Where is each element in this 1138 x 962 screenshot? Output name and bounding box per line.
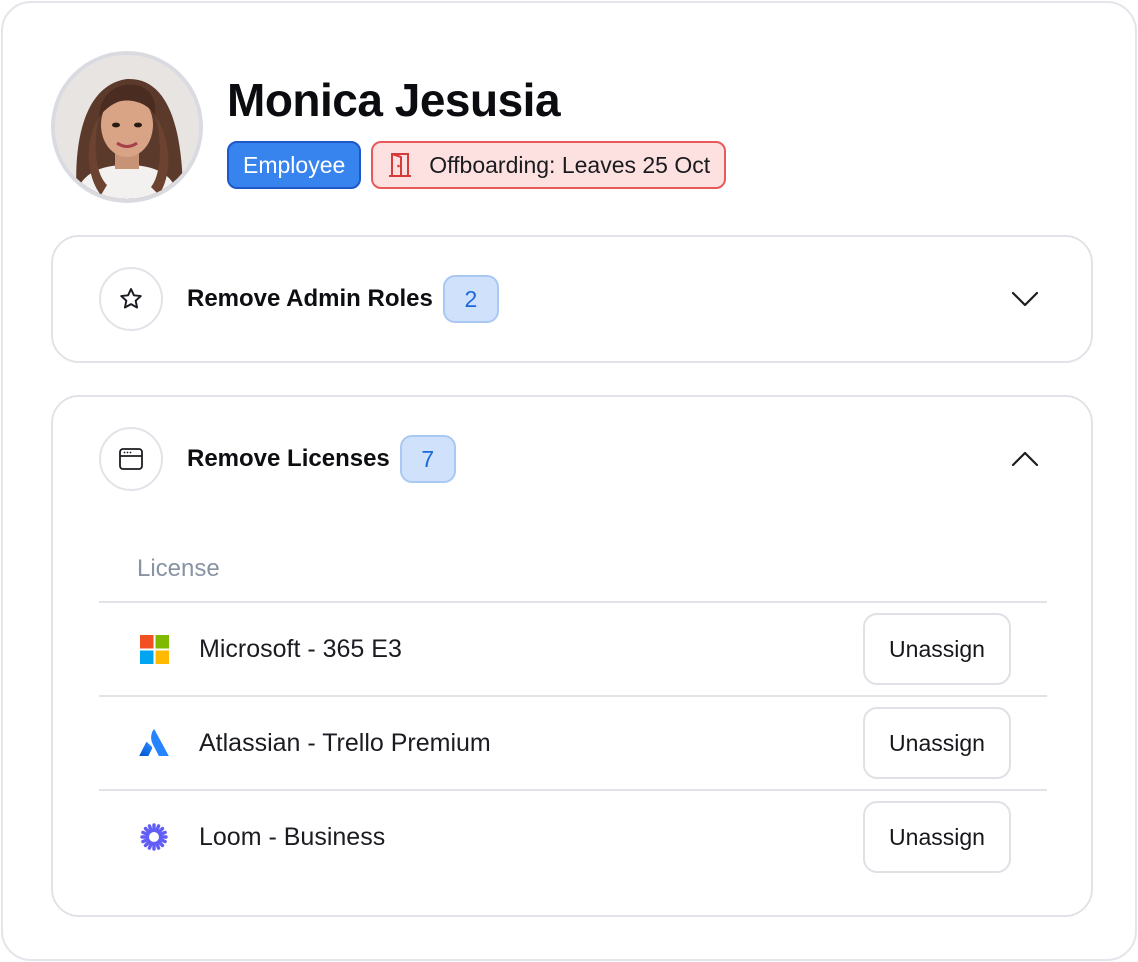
licenses-count-badge: 7	[399, 435, 456, 483]
offboarding-status-badge: Offboarding: Leaves 25 Oct	[371, 141, 727, 189]
offboarding-card: Monica Jesusia Employee Offboarding: Lea…	[1, 1, 1137, 961]
door-exit-icon	[389, 152, 412, 178]
offboarding-label: Offboarding: Leaves 25 Oct	[429, 151, 711, 178]
unassign-button[interactable]: Unassign	[863, 707, 1011, 779]
role-badge: Employee	[227, 141, 362, 189]
licenses-header[interactable]: Remove Licenses 7	[99, 427, 1045, 491]
licenses-section: Remove Licenses 7 License Microsoft - 36…	[51, 395, 1093, 917]
avatar	[51, 51, 203, 203]
table-row: Microsoft - 365 E3 Unassign	[99, 601, 1047, 695]
user-name: Monica Jesusia	[227, 74, 561, 126]
loom-logo-icon	[139, 822, 169, 852]
admin-roles-count-badge: 2	[442, 275, 499, 323]
chevron-up-icon[interactable]	[1005, 439, 1045, 479]
license-name: Loom - Business	[199, 822, 386, 851]
admin-roles-title: Remove Admin Roles	[187, 285, 433, 312]
user-badges: Employee Offboarding: Leaves 25 Oct	[227, 141, 727, 189]
license-name: Atlassian - Trello Premium	[199, 728, 491, 757]
licenses-table: Microsoft - 365 E3 Unassign Atlassian - …	[99, 601, 1047, 883]
unassign-button[interactable]: Unassign	[863, 613, 1011, 685]
chevron-down-icon[interactable]	[1005, 279, 1045, 319]
admin-roles-section: Remove Admin Roles 2	[51, 235, 1093, 363]
licenses-title: Remove Licenses	[187, 445, 390, 472]
table-row: Loom - Business Unassign	[99, 789, 1047, 883]
microsoft-logo-icon	[139, 634, 169, 664]
atlassian-logo-icon	[139, 728, 169, 758]
admin-roles-header[interactable]: Remove Admin Roles 2	[99, 267, 1045, 331]
license-column-header: License	[137, 555, 220, 582]
unassign-button[interactable]: Unassign	[863, 801, 1011, 873]
star-icon	[99, 267, 163, 331]
table-row: Atlassian - Trello Premium Unassign	[99, 695, 1047, 789]
license-name: Microsoft - 365 E3	[199, 634, 402, 663]
browser-window-icon	[99, 427, 163, 491]
